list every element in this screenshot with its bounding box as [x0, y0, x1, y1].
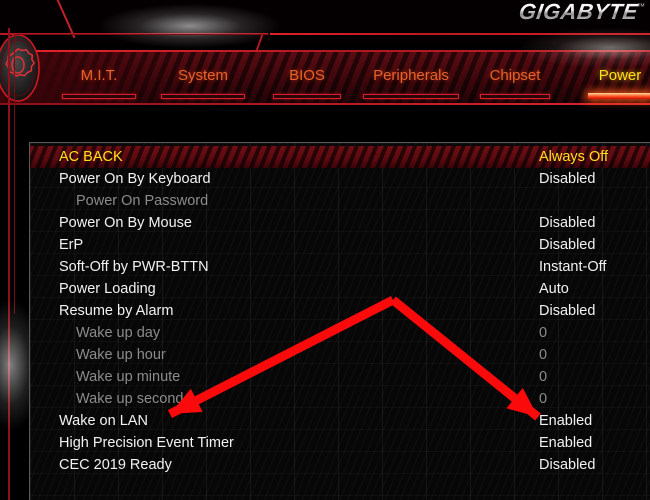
setting-value[interactable]: Disabled — [539, 300, 595, 322]
setting-label: Wake up second — [76, 391, 184, 407]
setting-row[interactable]: Wake up second 0 — [30, 388, 650, 410]
tab-peripherals[interactable]: Peripherals — [357, 64, 465, 102]
tab-underline — [363, 94, 459, 99]
setting-value[interactable]: 0 — [539, 388, 547, 410]
setting-row[interactable]: Power On Password — [30, 190, 650, 212]
tab-m-i-t[interactable]: M.I.T. — [56, 64, 142, 102]
setting-row[interactable]: Power Loading Auto — [30, 278, 650, 300]
settings-list[interactable]: AC BACK Always Off Power On By Keyboard Dis… — [30, 146, 650, 476]
setting-label: Power On By Keyboard — [59, 171, 211, 187]
trademark-symbol: ™ — [637, 2, 645, 11]
setting-value[interactable]: Disabled — [539, 212, 595, 234]
decorative-red-line-right — [270, 33, 650, 35]
tab-label: Chipset — [489, 67, 541, 84]
tab-underline — [62, 94, 136, 99]
setting-label: Soft-Off by PWR-BTTN — [59, 259, 209, 275]
setting-row[interactable]: Wake up hour 0 — [30, 344, 650, 366]
frame-left-inner-border — [14, 34, 15, 314]
setting-label: ErP — [59, 237, 84, 253]
setting-row[interactable]: CEC 2019 Ready Disabled — [30, 454, 650, 476]
tab-power[interactable]: Power — [582, 64, 650, 102]
setting-label: Wake up minute — [76, 369, 181, 385]
tab-underline — [588, 93, 650, 99]
setting-row[interactable]: Resume by Alarm Disabled — [30, 300, 650, 322]
tab-label: BIOS — [289, 67, 325, 84]
setting-value[interactable]: 0 — [539, 344, 547, 366]
gigabyte-logo-text: GIGABYTE — [517, 0, 640, 24]
setting-value[interactable]: Disabled — [539, 234, 595, 256]
frame-top-inner-border — [14, 34, 269, 35]
setting-value[interactable]: Disabled — [539, 168, 595, 190]
setting-row[interactable]: ErP Disabled — [30, 234, 650, 256]
bios-tab-bar[interactable]: M.I.T. System BIOS Peripherals Chipset Power — [0, 64, 650, 104]
setting-row[interactable]: Power On By Keyboard Disabled — [30, 168, 650, 190]
setting-label: Wake up day — [76, 325, 161, 341]
setting-row[interactable]: AC BACK Always Off — [30, 146, 650, 168]
setting-label: Wake on LAN — [59, 413, 148, 429]
tab-label: System — [177, 67, 228, 84]
setting-row[interactable]: Wake on LAN Enabled — [30, 410, 650, 432]
bios-setup-screen: GIGABYTE ™ M.I.T. System BIOS Peripherals Ch… — [0, 0, 650, 500]
tab-underline — [161, 94, 245, 99]
setting-value[interactable]: 0 — [539, 366, 547, 388]
tab-bios[interactable]: BIOS — [267, 64, 347, 102]
tab-underline — [273, 94, 341, 99]
tab-chipset[interactable]: Chipset — [474, 64, 556, 102]
setting-value[interactable]: Auto — [539, 278, 569, 300]
tab-system[interactable]: System — [155, 64, 251, 102]
tab-label: Power — [598, 67, 642, 84]
setting-row[interactable]: Power On By Mouse Disabled — [30, 212, 650, 234]
setting-row[interactable]: Wake up minute 0 — [30, 366, 650, 388]
setting-value[interactable]: Always Off — [539, 146, 608, 168]
setting-label: Power Loading — [59, 281, 156, 297]
setting-value[interactable]: Disabled — [539, 454, 595, 476]
setting-label: Power On By Mouse — [59, 215, 192, 231]
setting-value[interactable]: 0 — [539, 322, 547, 344]
setting-value[interactable]: Enabled — [539, 432, 592, 454]
setting-label: AC BACK — [59, 149, 123, 165]
setting-row[interactable]: Soft-Off by PWR-BTTN Instant-Off — [30, 256, 650, 278]
tab-label: M.I.T. — [80, 67, 118, 84]
frame-left-border — [8, 28, 10, 500]
setting-label: Resume by Alarm — [59, 303, 174, 319]
setting-label: CEC 2019 Ready — [59, 457, 172, 473]
settings-panel: AC BACK Always Off Power On By Keyboard Dis… — [29, 142, 650, 500]
setting-label: Wake up hour — [76, 347, 166, 363]
setting-label: Power On Password — [76, 193, 209, 209]
setting-value[interactable]: Enabled — [539, 410, 592, 432]
setting-label: High Precision Event Timer — [59, 435, 234, 451]
setting-row[interactable]: Wake up day 0 — [30, 322, 650, 344]
tab-underline — [480, 94, 550, 99]
setting-value[interactable]: Instant-Off — [539, 256, 606, 278]
tab-label: Peripherals — [373, 67, 449, 84]
setting-row[interactable]: High Precision Event Timer Enabled — [30, 432, 650, 454]
